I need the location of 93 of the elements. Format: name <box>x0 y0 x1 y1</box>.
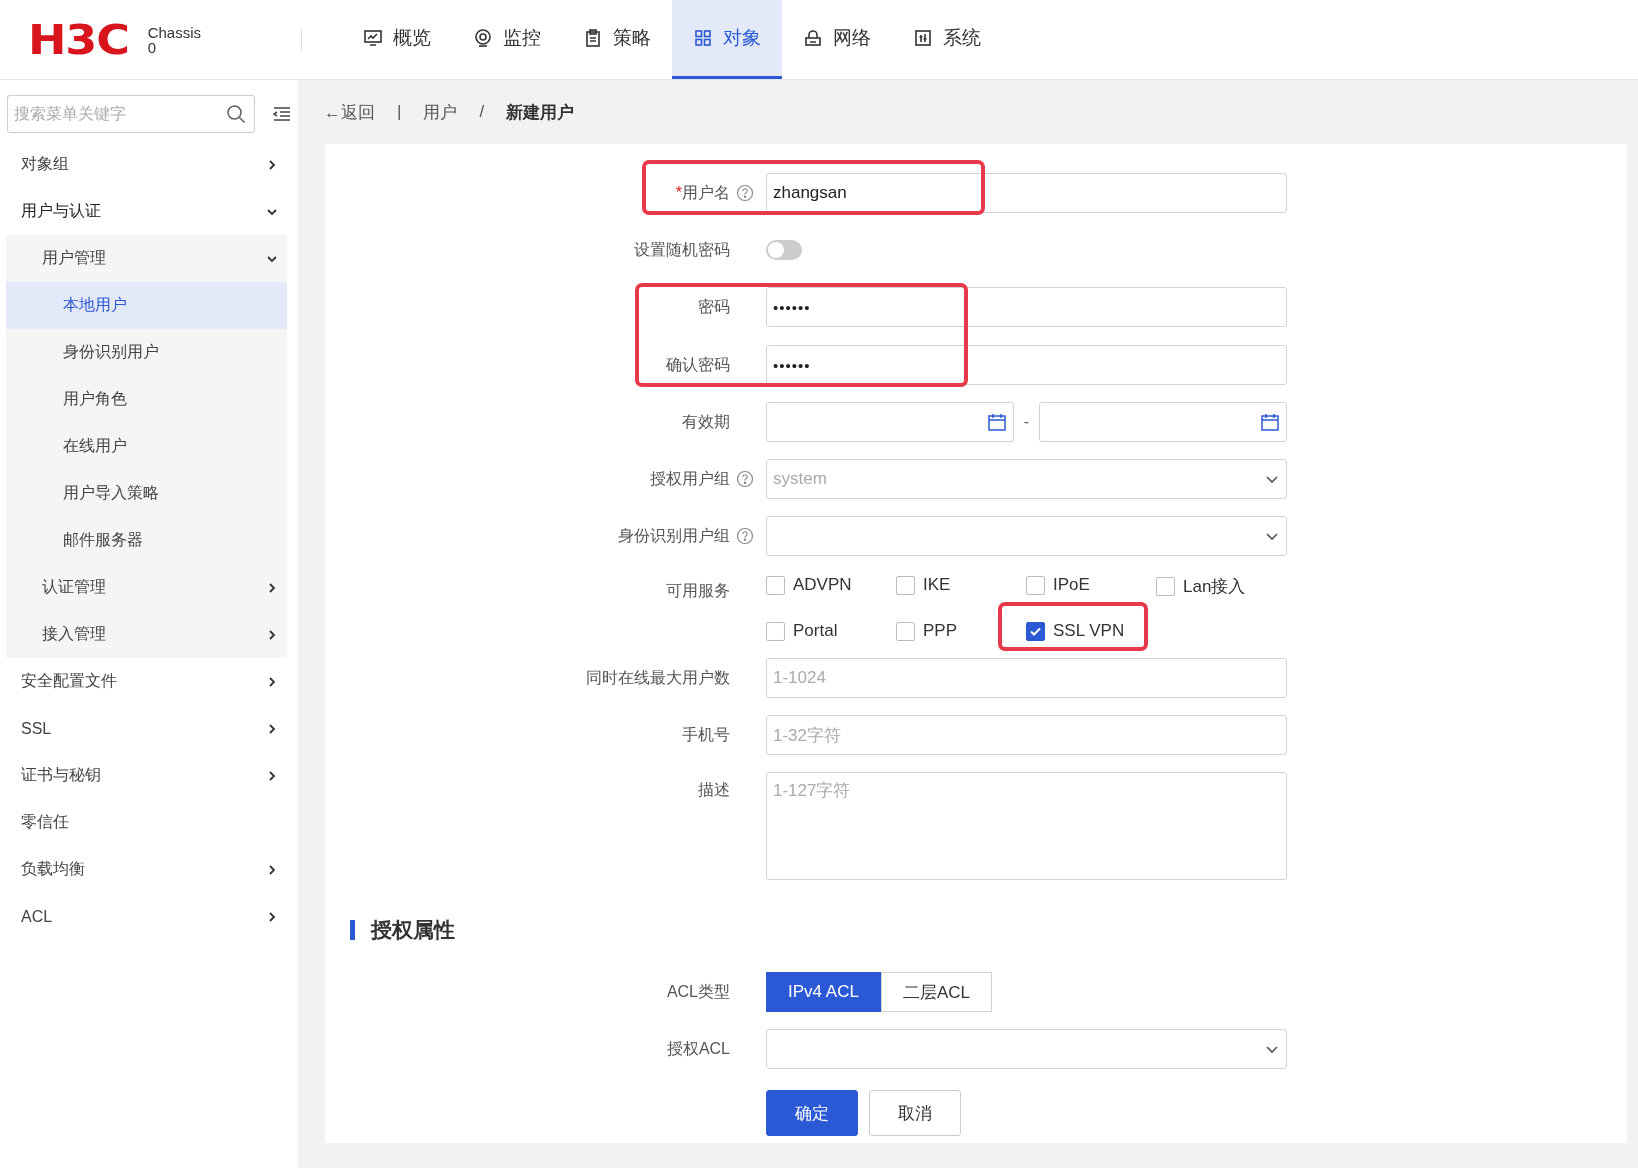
password-field[interactable]: •••••• <box>766 287 1287 327</box>
field-label: 授权ACL <box>666 1038 730 1059</box>
nav-tab[interactable]: 对象 <box>672 0 783 79</box>
chevron-right-icon <box>266 675 278 688</box>
chevron-right-icon <box>266 722 278 735</box>
calendar-icon[interactable] <box>986 412 1007 432</box>
collapse-menu-icon[interactable] <box>273 106 291 122</box>
sidebar-item[interactable]: 负载均衡 <box>0 846 298 893</box>
checkbox-option[interactable]: ADVPN <box>766 575 852 595</box>
nav-tab[interactable]: 系统 <box>892 0 1003 79</box>
field-label: 可用服务 <box>666 581 730 601</box>
back-link[interactable]: ←返回 <box>324 100 375 124</box>
dropdown-field[interactable] <box>766 1029 1287 1069</box>
sidebar-item[interactable]: ACL <box>0 893 298 940</box>
breadcrumb-item: 新建用户 <box>506 101 575 124</box>
segment-button[interactable]: IPv4 ACL <box>766 972 881 1012</box>
sidebar-item[interactable]: 在线用户 <box>6 423 287 470</box>
checkbox-option[interactable]: SSL VPN <box>1026 621 1125 641</box>
field-label: 授权用户组 <box>650 468 730 489</box>
section-title: 授权属性 <box>371 917 455 943</box>
breadcrumb-separator: / <box>479 102 485 122</box>
help-icon[interactable] <box>736 470 754 488</box>
field-label: 有效期 <box>682 411 730 432</box>
chevron-right-icon <box>266 769 278 782</box>
nav-tab[interactable]: 网络 <box>782 0 893 79</box>
help-icon[interactable] <box>736 527 754 545</box>
field-label: 手机号 <box>682 724 730 745</box>
checkbox-option[interactable]: IKE <box>896 575 951 595</box>
cancel-button[interactable]: 取消 <box>869 1090 961 1136</box>
date-field[interactable] <box>766 402 1014 442</box>
sidebar-item[interactable]: 安全配置文件 <box>0 658 298 705</box>
calendar-icon[interactable] <box>1260 412 1280 432</box>
sidebar-item[interactable]: 用户与认证 <box>0 188 298 235</box>
date-field[interactable] <box>1039 402 1287 442</box>
field-label: 描述 <box>698 780 730 800</box>
field-label: 身份识别用户组 <box>618 525 730 546</box>
field-label: 同时在线最大用户数 <box>586 667 730 688</box>
chevron-right-icon <box>266 581 278 594</box>
field-label: 设置随机密码 <box>634 239 730 260</box>
segment-button[interactable]: 二层ACL <box>880 972 992 1012</box>
sidebar-item[interactable]: 对象组 <box>0 141 298 188</box>
checkbox[interactable] <box>1156 577 1175 596</box>
chevron-right-icon <box>266 863 278 876</box>
text-field[interactable]: zhangsan <box>766 173 1287 213</box>
checkbox-option[interactable]: IPoE <box>1026 575 1090 595</box>
sidebar-item[interactable]: 邮件服务器 <box>6 517 287 564</box>
sliders-icon <box>913 28 934 48</box>
sidebar-item[interactable]: SSL <box>0 705 298 752</box>
confirm-button[interactable]: 确定 <box>766 1090 858 1136</box>
dropdown-field[interactable] <box>766 516 1287 556</box>
checkbox[interactable] <box>896 621 915 641</box>
target-icon <box>473 28 494 48</box>
field-label: *用户名 <box>675 182 730 203</box>
device-name: Chassis <box>147 24 202 40</box>
checkbox-option[interactable]: Lan接入 <box>1156 575 1246 598</box>
chevron-right-icon <box>266 910 278 923</box>
password-field[interactable]: •••••• <box>766 345 1287 385</box>
sidebar-item[interactable]: 认证管理 <box>6 564 287 611</box>
field-label: ACL类型 <box>666 981 730 1002</box>
range-separator: - <box>1023 413 1030 431</box>
toggle-switch[interactable] <box>766 240 802 260</box>
sidebar-item[interactable]: 证书与秘钥 <box>0 752 298 799</box>
checkbox[interactable] <box>1026 575 1045 595</box>
checkbox[interactable] <box>766 575 785 595</box>
checkbox-option[interactable]: PPP <box>896 621 958 641</box>
nav-tab[interactable]: 监控 <box>452 0 563 79</box>
help-icon[interactable] <box>736 184 754 202</box>
search-icon[interactable] <box>226 104 246 124</box>
device-slot: 0 <box>147 39 202 55</box>
chevron-right-icon <box>266 158 278 171</box>
sidebar-item[interactable]: 接入管理 <box>6 611 287 658</box>
sidebar-item[interactable]: 用户角色 <box>6 376 287 423</box>
breadcrumb-item[interactable]: 用户 <box>423 100 458 124</box>
field-label: 确认密码 <box>666 354 730 375</box>
grid-icon <box>693 28 714 48</box>
field-label: 密码 <box>698 296 730 317</box>
nav-tab[interactable]: 概览 <box>342 0 453 79</box>
nav-tab[interactable]: 策略 <box>562 0 673 79</box>
sidebar-item[interactable]: 用户导入策略 <box>6 470 287 517</box>
sidebar-item[interactable]: 用户管理 <box>6 235 287 282</box>
checkbox[interactable] <box>1026 621 1045 641</box>
checkbox-option[interactable]: Portal <box>766 621 838 641</box>
lock-icon <box>803 28 824 48</box>
brand-logo: H3C <box>28 16 129 63</box>
monitor-icon <box>363 28 384 48</box>
checkbox[interactable] <box>766 621 785 641</box>
sidebar-item[interactable]: 本地用户 <box>6 282 287 329</box>
breadcrumb-divider: | <box>397 102 402 122</box>
checkbox[interactable] <box>896 575 915 595</box>
sidebar-item[interactable]: 零信任 <box>0 799 298 846</box>
section-marker <box>350 920 355 940</box>
sidebar-item[interactable]: 身份识别用户 <box>6 329 287 376</box>
chevron-right-icon <box>266 628 278 641</box>
